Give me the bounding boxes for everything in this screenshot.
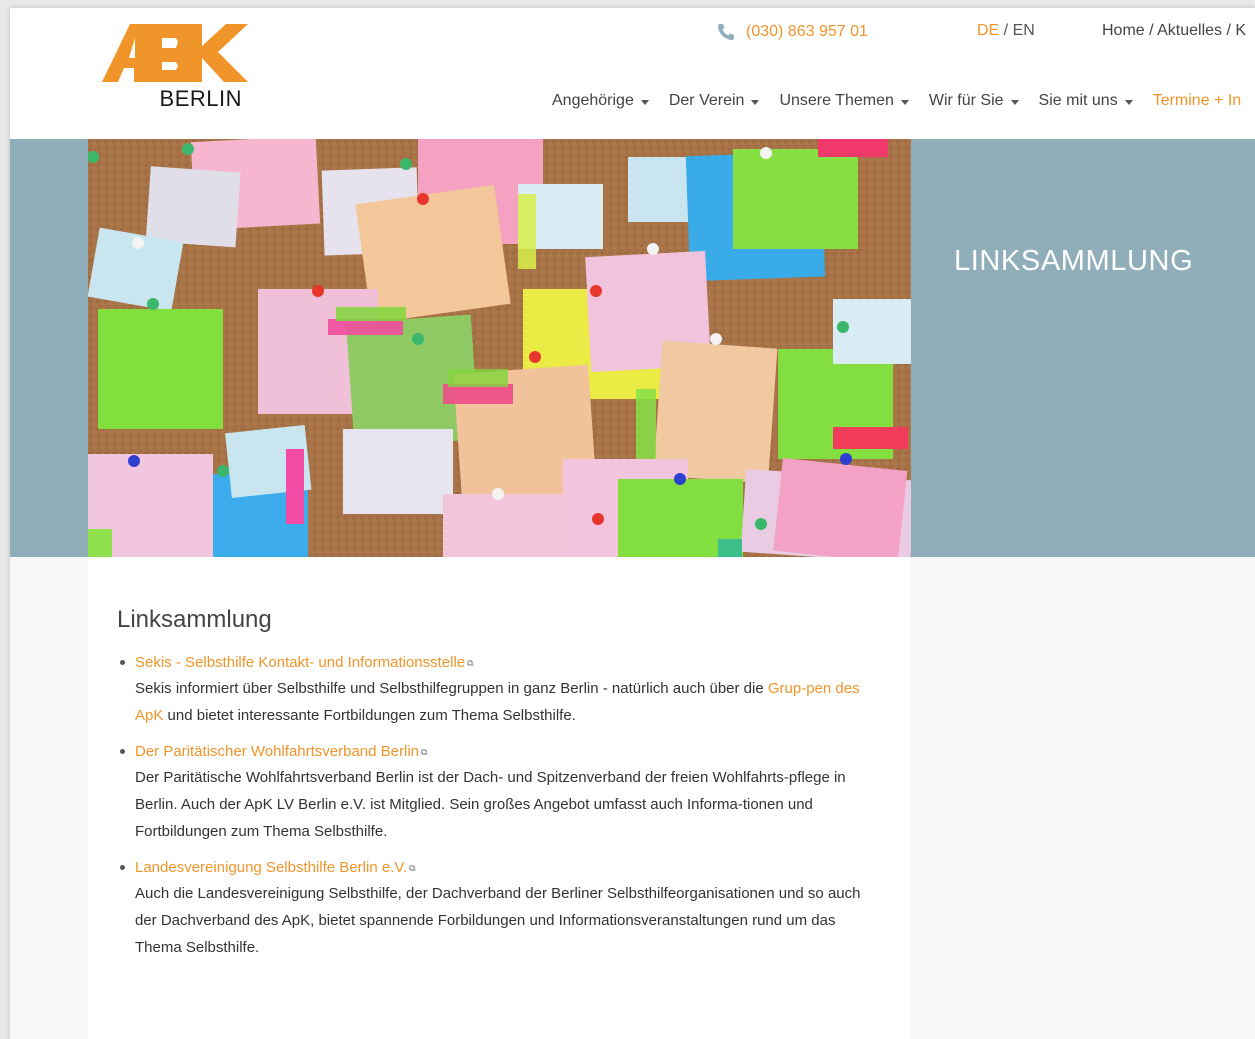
- nav-label: Sie mit uns: [1038, 92, 1118, 109]
- lang-en-link[interactable]: EN: [1013, 22, 1035, 39]
- list-item: Sekis - Selbsthilfe Kontakt- und Informa…: [118, 653, 878, 729]
- link-landesvereinigung[interactable]: Landesvereinigung Selbsthilfe Berlin e.V…: [135, 858, 878, 878]
- phone-number: (030) 863 957 01: [746, 23, 868, 40]
- sticky-notes-illustration: [88, 139, 911, 557]
- hero-image-sticky-notes: [88, 139, 911, 557]
- link-label: Der Paritätischer Wohlfahrtsverband Berl…: [135, 743, 420, 760]
- link-sekis[interactable]: Sekis - Selbsthilfe Kontakt- und Informa…: [135, 653, 878, 673]
- lang-de-link[interactable]: DE: [977, 22, 999, 39]
- link-description: Auch die Landesvereinigung Selbsthilfe, …: [135, 885, 861, 956]
- link-description: Sekis informiert über Selbsthilfe und Se…: [135, 675, 878, 729]
- caret-down-icon: [1124, 99, 1133, 105]
- external-link-icon: ⧉: [409, 863, 416, 873]
- list-item: Der Paritätischer Wohlfahrtsverband Berl…: [118, 742, 878, 845]
- external-link-icon: ⧉: [421, 747, 428, 757]
- breadcrumb[interactable]: Home / Aktuelles / K: [1102, 22, 1246, 40]
- nav-item-wir-fuer-sie[interactable]: Wir für Sie: [929, 92, 1039, 110]
- content-title: Linksammlung: [117, 606, 272, 633]
- nav-label: Angehörige: [552, 92, 634, 109]
- site-header: BERLIN (030) 863 957 01 DE / EN Home / A…: [10, 8, 1255, 139]
- phone-icon: [718, 24, 734, 40]
- caret-down-icon: [751, 99, 760, 105]
- phone-link[interactable]: (030) 863 957 01: [716, 22, 868, 42]
- caret-down-icon: [640, 99, 649, 105]
- nav-item-unsere-themen[interactable]: Unsere Themen: [779, 92, 928, 110]
- nav-label: Wir für Sie: [928, 92, 1004, 109]
- nav-item-sie-mit-uns[interactable]: Sie mit uns: [1039, 92, 1153, 110]
- hero-title: LINKSAMMLUNG: [954, 245, 1194, 277]
- bullet-icon: [120, 865, 125, 870]
- nav-label: Unsere Themen: [779, 92, 894, 109]
- nav-label: Der Verein: [668, 92, 745, 109]
- external-link-icon: ⧉: [467, 658, 474, 668]
- caret-down-icon: [1010, 99, 1019, 105]
- link-description: Der Paritätische Wohlfahrtsverband Berli…: [135, 769, 846, 840]
- desc-text: Sekis informiert über Selbsthilfe und Se…: [135, 680, 768, 697]
- nav-item-termine[interactable]: Termine + In: [1153, 92, 1255, 110]
- main-nav: Angehörige Der Verein Unsere Themen Wir …: [552, 92, 1255, 110]
- nav-item-angehoerige[interactable]: Angehörige: [552, 92, 669, 110]
- nav-item-der-verein[interactable]: Der Verein: [669, 92, 780, 110]
- apk-logo[interactable]: BERLIN: [102, 22, 252, 112]
- lang-separator: /: [999, 22, 1013, 39]
- link-label: Landesvereinigung Selbsthilfe Berlin e.V…: [135, 859, 408, 876]
- content-card: Linksammlung Sekis - Selbsthilfe Kontakt…: [88, 557, 911, 1039]
- bullet-icon: [120, 660, 125, 665]
- link-label: Sekis - Selbsthilfe Kontakt- und Informa…: [135, 654, 466, 671]
- nav-label: Termine + In: [1152, 92, 1242, 109]
- link-paritaetischer[interactable]: Der Paritätischer Wohlfahrtsverband Berl…: [135, 742, 878, 762]
- apk-logo-mark: [102, 24, 248, 82]
- page: BERLIN (030) 863 957 01 DE / EN Home / A…: [10, 8, 1255, 1039]
- hero-banner: LINKSAMMLUNG: [10, 139, 1255, 557]
- link-list: Sekis - Selbsthilfe Kontakt- und Informa…: [118, 653, 878, 974]
- desc-text: und bietet interessante Fortbildungen zu…: [163, 707, 576, 724]
- logo-city-text: BERLIN: [159, 86, 242, 111]
- bullet-icon: [120, 749, 125, 754]
- list-item: Landesvereinigung Selbsthilfe Berlin e.V…: [118, 858, 878, 961]
- language-switcher: DE / EN: [977, 22, 1035, 40]
- caret-down-icon: [900, 99, 909, 105]
